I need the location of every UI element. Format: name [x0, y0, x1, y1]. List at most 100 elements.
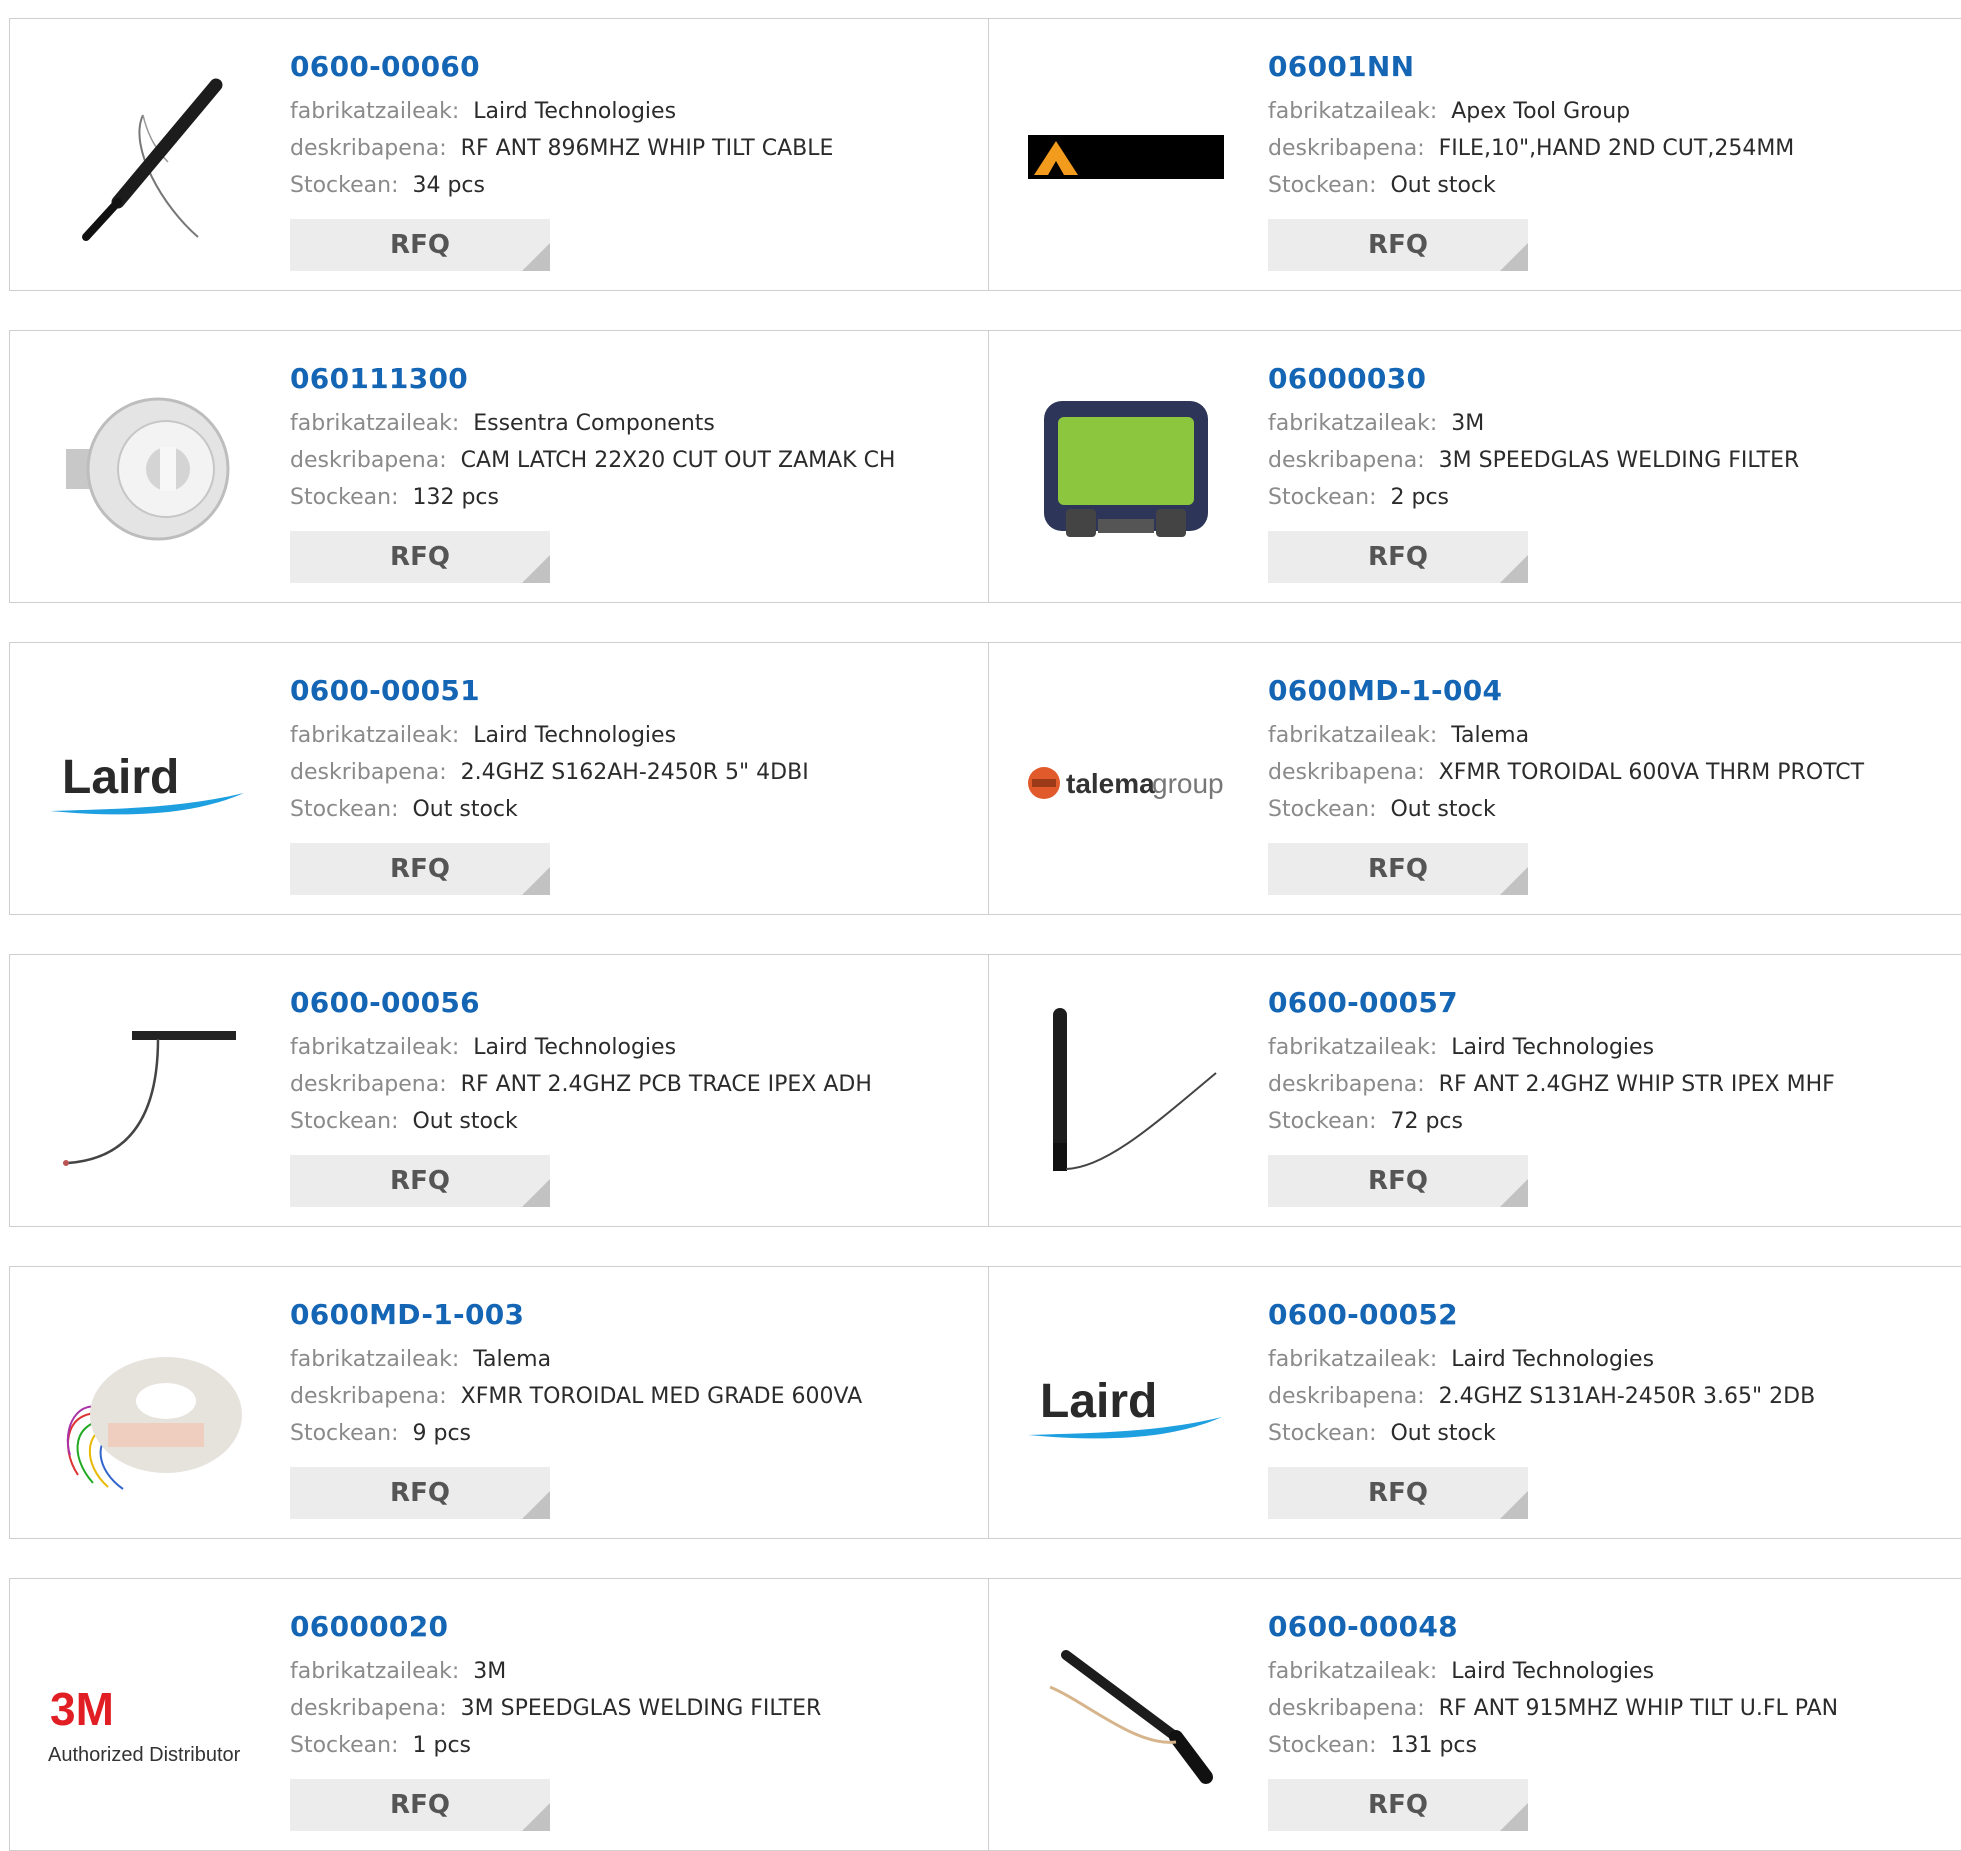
corner-fold-icon	[522, 243, 550, 271]
manufacturer-value: Essentra Components	[473, 411, 715, 436]
manufacturer-value: 3M	[1451, 411, 1485, 436]
product-info: 0600-00048 fabrikatzaileak: Laird Technolo…	[1268, 1607, 1838, 1764]
product-image[interactable]	[1026, 369, 1226, 569]
part-number-link[interactable]: 0600-00051	[290, 671, 809, 711]
rfq-button[interactable]: RFQ	[1268, 1155, 1528, 1207]
svg-text:3M: 3M	[50, 1683, 114, 1735]
product-image[interactable]: Laird	[1026, 1305, 1226, 1505]
stock-label: Stockean:	[1268, 797, 1377, 822]
manufacturer-label: fabrikatzaileak:	[290, 723, 460, 748]
part-number-link[interactable]: 06001NN	[1268, 47, 1794, 87]
description-label: deskribapena:	[1268, 448, 1425, 473]
rfq-button[interactable]: RFQ	[290, 843, 550, 895]
part-number-link[interactable]: 0600MD-1-003	[290, 1295, 862, 1335]
product-card: 0600-00057 fabrikatzaileak: Laird Technolo…	[988, 955, 1961, 1226]
description-label: deskribapena:	[1268, 1384, 1425, 1409]
product-image[interactable]	[1026, 57, 1226, 257]
manufacturer-line: fabrikatzaileak: Laird Technologies	[290, 1029, 872, 1066]
description-value: RF ANT 915MHZ WHIP TILT U.FL PAN	[1438, 1696, 1839, 1721]
manufacturer-value: Apex Tool Group	[1451, 99, 1631, 124]
description-value: 3M SPEEDGLAS WELDING FILTER	[1438, 448, 1800, 473]
stock-value: 131 pcs	[1390, 1733, 1477, 1758]
product-row: 0600MD-1-003 fabrikatzaileak: Talema deskri…	[9, 1266, 1961, 1539]
product-image[interactable]: Laird	[48, 681, 248, 881]
part-number-link[interactable]: 060111300	[290, 359, 895, 399]
stock-label: Stockean:	[290, 485, 399, 510]
manufacturer-value: Laird Technologies	[473, 99, 677, 124]
stock-label: Stockean:	[1268, 485, 1377, 510]
stock-line: Stockean: Out stock	[290, 791, 809, 828]
manufacturer-line: fabrikatzaileak: 3M	[1268, 405, 1799, 442]
stock-line: Stockean: 72 pcs	[1268, 1103, 1835, 1140]
product-card: 0600-00056 fabrikatzaileak: Laird Technolo…	[10, 955, 989, 1226]
corner-fold-icon	[522, 1491, 550, 1519]
rfq-button[interactable]: RFQ	[290, 1155, 550, 1207]
description-value: RF ANT 2.4GHZ WHIP STR IPEX MHF	[1438, 1072, 1835, 1097]
product-image[interactable]	[1026, 1617, 1226, 1817]
corner-fold-icon	[1500, 1803, 1528, 1831]
description-label: deskribapena:	[1268, 760, 1425, 785]
stock-line: Stockean: 34 pcs	[290, 167, 833, 204]
rfq-button[interactable]: RFQ	[290, 219, 550, 271]
product-image[interactable]	[48, 1305, 248, 1505]
rfq-button[interactable]: RFQ	[1268, 219, 1528, 271]
product-row: 0600-00056 fabrikatzaileak: Laird Technolo…	[9, 954, 1961, 1227]
product-card: 0600MD-1-003 fabrikatzaileak: Talema deskri…	[10, 1267, 989, 1538]
product-image[interactable]	[48, 57, 248, 257]
rfq-button[interactable]: RFQ	[1268, 531, 1528, 583]
product-card: 060111300 fabrikatzaileak: Essentra Compon…	[10, 331, 989, 602]
part-number-link[interactable]: 06000020	[290, 1607, 821, 1647]
description-label: deskribapena:	[290, 760, 447, 785]
description-label: deskribapena:	[1268, 1072, 1425, 1097]
part-number-link[interactable]: 0600-00052	[1268, 1295, 1815, 1335]
rfq-button[interactable]: RFQ	[1268, 1467, 1528, 1519]
description-value: 3M SPEEDGLAS WELDING FILTER	[460, 1696, 822, 1721]
manufacturer-value: Talema	[473, 1347, 552, 1372]
stock-line: Stockean: Out stock	[1268, 167, 1794, 204]
rfq-button[interactable]: RFQ	[1268, 843, 1528, 895]
product-info: 0600MD-1-004 fabrikatzaileak: Talema deskri…	[1268, 671, 1864, 828]
description-value: CAM LATCH 22X20 CUT OUT ZAMAK CH	[460, 448, 896, 473]
part-number-link[interactable]: 0600-00056	[290, 983, 872, 1023]
corner-fold-icon	[1500, 1179, 1528, 1207]
corner-fold-icon	[1500, 555, 1528, 583]
rfq-button[interactable]: RFQ	[1268, 1779, 1528, 1831]
svg-text:talema: talema	[1066, 768, 1155, 799]
product-image[interactable]: talema group	[1026, 681, 1226, 881]
part-number-link[interactable]: 0600-00057	[1268, 983, 1835, 1023]
product-image[interactable]	[48, 993, 248, 1193]
product-image[interactable]	[1026, 993, 1226, 1193]
stock-value: Out stock	[412, 1109, 518, 1134]
manufacturer-value: Laird Technologies	[473, 1035, 677, 1060]
product-info: 0600MD-1-003 fabrikatzaileak: Talema deskri…	[290, 1295, 862, 1452]
description-value: XFMR TOROIDAL 600VA THRM PROTCT	[1438, 760, 1865, 785]
rfq-label: RFQ	[1368, 1478, 1428, 1508]
rfq-button[interactable]: RFQ	[290, 531, 550, 583]
description-line: deskribapena: 3M SPEEDGLAS WELDING FILTER	[290, 1690, 821, 1727]
rfq-label: RFQ	[390, 1790, 450, 1820]
product-row: 3M Authorized Distributor 06000020 fabrik…	[9, 1578, 1961, 1851]
rfq-button[interactable]: RFQ	[290, 1779, 550, 1831]
stock-label: Stockean:	[1268, 173, 1377, 198]
description-label: deskribapena:	[1268, 1696, 1425, 1721]
product-card: 06000030 fabrikatzaileak: 3M deskribapena: 3…	[988, 331, 1961, 602]
svg-text:Authorized Distributor: Authorized Distributor	[48, 1744, 241, 1766]
rfq-label: RFQ	[1368, 230, 1428, 260]
manufacturer-value: 3M	[473, 1659, 507, 1684]
part-number-link[interactable]: 06000030	[1268, 359, 1799, 399]
product-image[interactable]	[48, 369, 248, 569]
part-number-link[interactable]: 0600-00060	[290, 47, 833, 87]
manufacturer-line: fabrikatzaileak: Essentra Components	[290, 405, 895, 442]
product-image[interactable]: 3M Authorized Distributor	[48, 1617, 248, 1817]
stock-line: Stockean: Out stock	[1268, 791, 1864, 828]
part-number-link[interactable]: 0600MD-1-004	[1268, 671, 1864, 711]
manufacturer-value: Laird Technologies	[1451, 1347, 1655, 1372]
product-info: 060111300 fabrikatzaileak: Essentra Compon…	[290, 359, 895, 516]
manufacturer-label: fabrikatzaileak:	[1268, 411, 1438, 436]
description-label: deskribapena:	[290, 1384, 447, 1409]
part-number-link[interactable]: 0600-00048	[1268, 1607, 1838, 1647]
rfq-button[interactable]: RFQ	[290, 1467, 550, 1519]
description-value: 2.4GHZ S131AH-2450R 3.65" 2DB	[1438, 1384, 1816, 1409]
rfq-label: RFQ	[1368, 542, 1428, 572]
stock-value: 34 pcs	[412, 173, 485, 198]
